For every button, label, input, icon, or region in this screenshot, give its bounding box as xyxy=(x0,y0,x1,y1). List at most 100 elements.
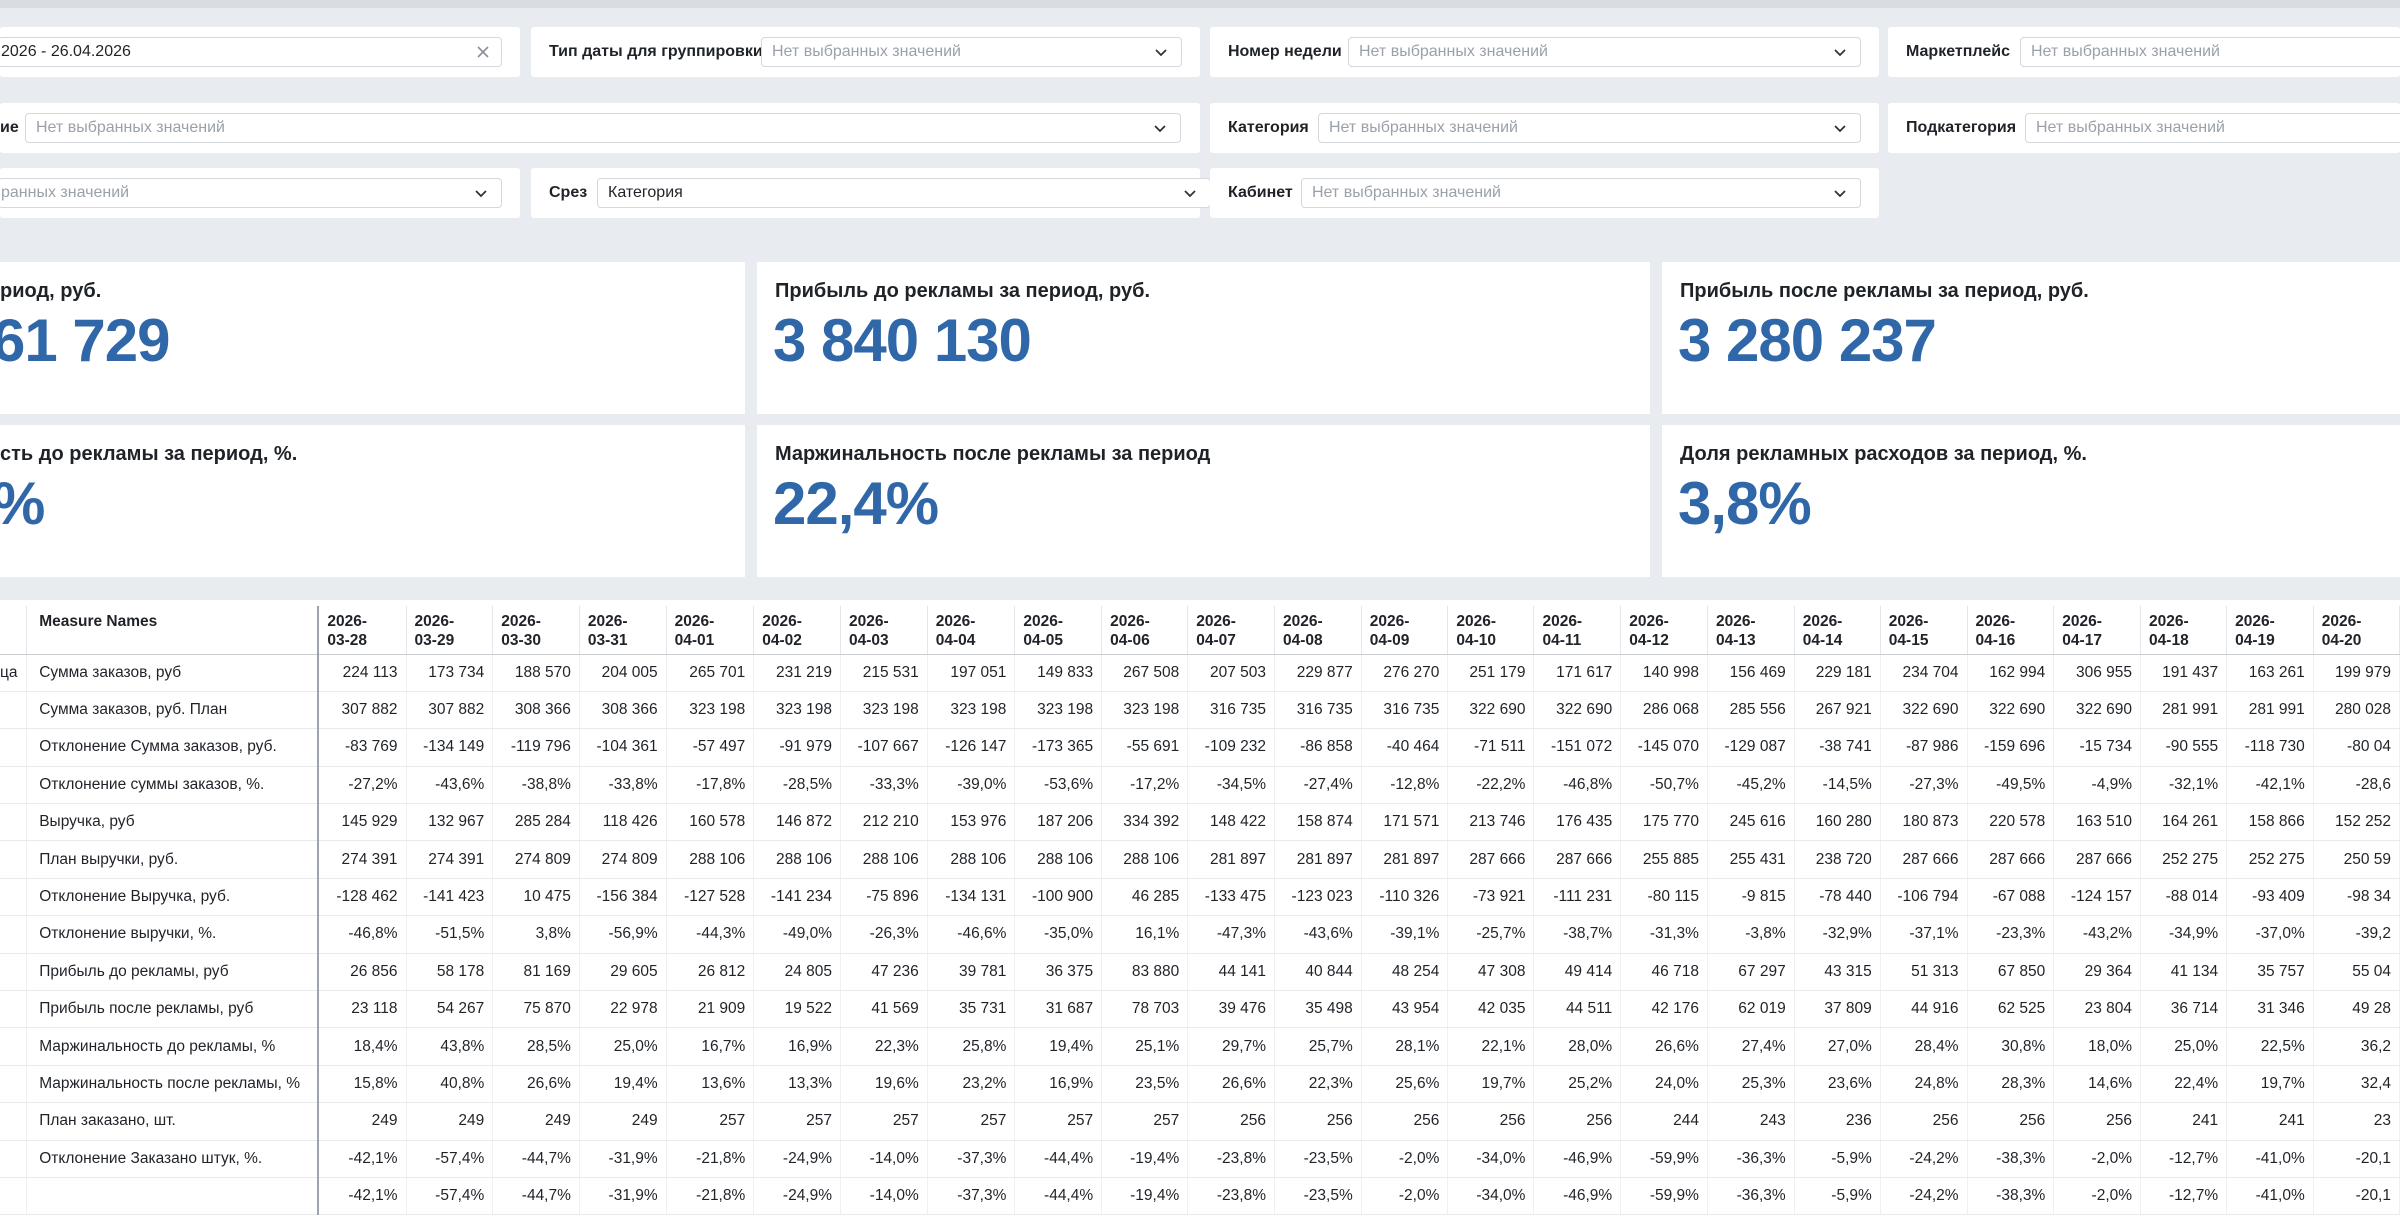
date-header-year: 2026- xyxy=(1802,613,1843,630)
value-cell: -43,2% xyxy=(2053,915,2142,954)
date-header[interactable]: 2026- 04-02 xyxy=(753,606,842,655)
measure-name-cell: Отклонение суммы заказов, %. xyxy=(26,766,320,805)
value-cell: 244 xyxy=(1620,1102,1708,1141)
date-header[interactable]: 2026- 04-14 xyxy=(1794,606,1881,655)
value-cell: -109 232 xyxy=(1187,728,1275,767)
value-cell: 118 426 xyxy=(579,803,667,842)
value-cell: -9 815 xyxy=(1707,878,1795,917)
measure-name-cell: План заказано, шт. xyxy=(26,1102,320,1141)
date-header[interactable]: 2026- 04-04 xyxy=(927,606,1016,655)
value-cell: 24,0% xyxy=(1620,1065,1708,1104)
value-cell: -90 555 xyxy=(2140,728,2228,767)
row2-left-placeholder: Нет выбранных значений xyxy=(36,119,225,136)
date-header[interactable]: 2026- 04-06 xyxy=(1101,606,1189,655)
clear-icon[interactable] xyxy=(475,44,491,60)
value-cell: 252 275 xyxy=(2140,840,2228,879)
value-cell: 40,8% xyxy=(406,1065,494,1104)
value-cell: -27,4% xyxy=(1274,766,1362,805)
date-header[interactable]: 2026- 04-08 xyxy=(1274,606,1362,655)
date-header[interactable]: 2026- 04-12 xyxy=(1620,606,1708,655)
cabinet-select[interactable]: Нет выбранных значений xyxy=(1301,178,1861,208)
value-cell: 29 605 xyxy=(579,953,667,992)
value-cell: 323 198 xyxy=(1101,691,1189,730)
group-cell xyxy=(0,1177,28,1216)
value-cell: -57,4% xyxy=(406,1177,494,1216)
group-cell xyxy=(0,1140,28,1178)
slice-select[interactable]: Категория xyxy=(597,178,1211,208)
filter-card-subcategory: Подкатегория Нет выбранных значений xyxy=(1888,103,2400,153)
value-cell: 288 106 xyxy=(1014,840,1103,879)
value-cell: -141 423 xyxy=(406,878,494,917)
value-cell: -71 511 xyxy=(1447,728,1535,767)
period-input[interactable]: 2026 - 26.04.2026 xyxy=(0,37,502,67)
value-cell: 229 877 xyxy=(1274,654,1362,692)
date-header[interactable]: 2026- 04-16 xyxy=(1967,606,2055,655)
value-cell: 316 735 xyxy=(1187,691,1275,730)
value-cell: -28,6 xyxy=(2313,766,2400,805)
value-cell: 23,5% xyxy=(1101,1065,1189,1104)
chevron-down-icon xyxy=(1154,125,1166,133)
date-header[interactable]: 2026- 04-10 xyxy=(1447,606,1535,655)
date-header-day: 04-06 xyxy=(1110,632,1150,649)
value-cell: 41 134 xyxy=(2140,953,2228,992)
value-cell: 323 198 xyxy=(1014,691,1103,730)
value-cell: 322 690 xyxy=(1533,691,1622,730)
value-cell: -38,7% xyxy=(1533,915,1622,954)
value-cell: 15,8% xyxy=(318,1065,407,1104)
marketplace-placeholder: Нет выбранных значений xyxy=(2031,43,2220,60)
value-cell: -124 157 xyxy=(2053,878,2142,917)
date-header[interactable]: 2026- 03-30 xyxy=(492,606,580,655)
date-header[interactable]: 2026- 03-29 xyxy=(406,606,494,655)
category-select[interactable]: Нет выбранных значений xyxy=(1318,113,1861,143)
value-cell: 287 666 xyxy=(2053,840,2142,879)
date-header[interactable]: 2026- 04-17 xyxy=(2053,606,2142,655)
date-header[interactable]: 2026- 04-15 xyxy=(1880,606,1968,655)
marketplace-select[interactable]: Нет выбранных значений xyxy=(2020,37,2400,67)
value-cell: 36 375 xyxy=(1014,953,1103,992)
value-cell: 285 556 xyxy=(1707,691,1795,730)
date-header[interactable]: 2026- 03-28 xyxy=(318,606,407,655)
row2-left-select[interactable]: Нет выбранных значений xyxy=(25,113,1181,143)
date-header-year: 2026- xyxy=(1110,613,1150,630)
value-cell: -59,9% xyxy=(1620,1140,1708,1178)
value-cell: 288 106 xyxy=(666,840,755,879)
row3-left-select[interactable]: ранных значений xyxy=(0,178,502,208)
date-header[interactable]: 2026- 04-01 xyxy=(666,606,755,655)
date-header-day: 04-07 xyxy=(1196,632,1236,649)
value-cell: -46,8% xyxy=(318,915,407,954)
date-header[interactable]: 2026- 04-07 xyxy=(1187,606,1275,655)
date-header-day: 04-18 xyxy=(2149,632,2189,649)
value-cell: 171 571 xyxy=(1361,803,1449,842)
date-header-day: 04-01 xyxy=(674,632,715,649)
value-cell: 16,7% xyxy=(666,1027,755,1066)
date-header-year: 2026- xyxy=(587,613,628,630)
value-cell: -134 131 xyxy=(927,878,1016,917)
date-header[interactable]: 2026- 04-20 xyxy=(2313,606,2400,655)
value-cell: 199 979 xyxy=(2313,654,2400,692)
date-header[interactable]: 2026- 04-13 xyxy=(1707,606,1795,655)
date-header[interactable]: 2026- 04-05 xyxy=(1014,606,1103,655)
kpi-card-3: Прибыль после рекламы за период, руб. 3 … xyxy=(1662,262,2400,414)
filter-card-category: Категория Нет выбранных значений xyxy=(1210,103,1879,153)
value-cell: -126 147 xyxy=(927,728,1016,767)
date-header[interactable]: 2026- 04-18 xyxy=(2140,606,2228,655)
value-cell: -38,3% xyxy=(1967,1140,2055,1178)
value-cell: 274 809 xyxy=(579,840,667,879)
cabinet-label: Кабинет xyxy=(1228,184,1293,201)
value-cell: -46,9% xyxy=(1533,1177,1622,1216)
value-cell: 241 xyxy=(2226,1102,2314,1141)
date-header[interactable]: 2026- 04-11 xyxy=(1533,606,1622,655)
subcategory-select[interactable]: Нет выбранных значений xyxy=(2025,113,2400,143)
value-cell: 18,0% xyxy=(2053,1027,2142,1066)
date-header[interactable]: 2026- 04-03 xyxy=(840,606,928,655)
date-header[interactable]: 2026- 04-09 xyxy=(1361,606,1449,655)
date-header[interactable]: 2026- 04-19 xyxy=(2226,606,2314,655)
value-cell: 78 703 xyxy=(1101,990,1189,1029)
value-cell: -2,0% xyxy=(1361,1140,1449,1178)
value-cell: 23 118 xyxy=(318,990,407,1029)
measure-name-cell: Отклонение выручки, %. xyxy=(26,915,320,954)
week-select[interactable]: Нет выбранных значений xyxy=(1348,37,1861,67)
date-type-select[interactable]: Нет выбранных значений xyxy=(761,37,1182,67)
value-cell: -38,3% xyxy=(1967,1177,2055,1216)
date-header[interactable]: 2026- 03-31 xyxy=(579,606,667,655)
